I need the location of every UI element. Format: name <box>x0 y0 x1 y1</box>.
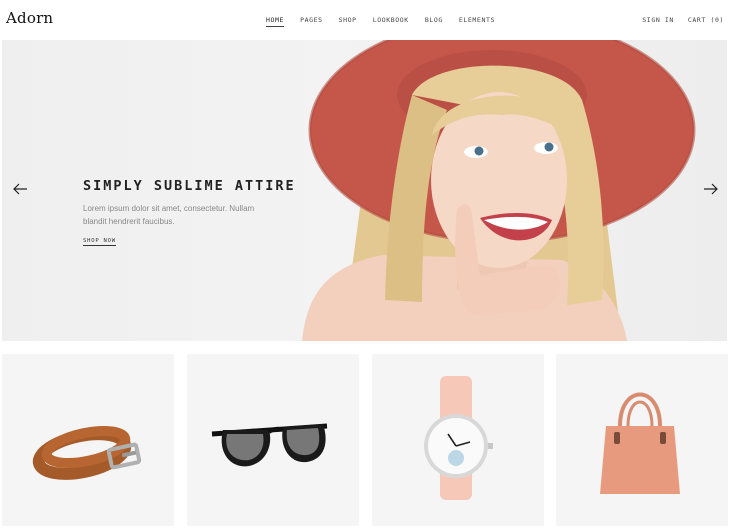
cart-link[interactable]: CART (0) <box>688 16 724 24</box>
product-card-belt[interactable] <box>2 354 174 526</box>
nav-shop[interactable]: SHOP <box>339 16 357 27</box>
belt-image <box>32 425 142 480</box>
hero-slider: SIMPLY SUBLIME ATTIRE Lorem ipsum dolor … <box>2 40 727 341</box>
nav-blog[interactable]: BLOG <box>425 16 443 27</box>
hero-title: SIMPLY SUBLIME ATTIRE <box>83 178 296 194</box>
hero-caption: SIMPLY SUBLIME ATTIRE Lorem ipsum dolor … <box>83 178 323 247</box>
nav-elements[interactable]: ELEMENTS <box>459 16 495 27</box>
arrow-right-icon[interactable] <box>703 181 719 197</box>
product-card-handbag[interactable] <box>556 354 728 526</box>
product-card-watch[interactable] <box>372 354 544 526</box>
nav-home[interactable]: HOME <box>266 16 285 27</box>
watch-image <box>424 376 493 500</box>
hero-description: Lorem ipsum dolor sit amet, consectetur.… <box>83 204 255 226</box>
handbag-image <box>600 392 680 494</box>
sunglasses-image <box>211 423 328 467</box>
product-card-sunglasses[interactable] <box>187 354 359 526</box>
product-grid <box>0 354 730 532</box>
nav-lookbook[interactable]: LOOKBOOK <box>373 16 409 27</box>
header-actions: SIGN IN CART (0) <box>628 16 724 24</box>
brand-logo[interactable]: Adorn <box>6 9 53 27</box>
site-header: Adorn HOME PAGES SHOP LOOKBOOK BLOG ELEM… <box>0 0 730 40</box>
nav-pages[interactable]: PAGES <box>300 16 323 27</box>
shop-now-link[interactable]: SHOP NOW <box>83 238 116 246</box>
main-nav: HOME PAGES SHOP LOOKBOOK BLOG ELEMENTS <box>266 16 511 27</box>
sign-in-link[interactable]: SIGN IN <box>642 16 674 24</box>
arrow-left-icon[interactable] <box>12 181 28 197</box>
